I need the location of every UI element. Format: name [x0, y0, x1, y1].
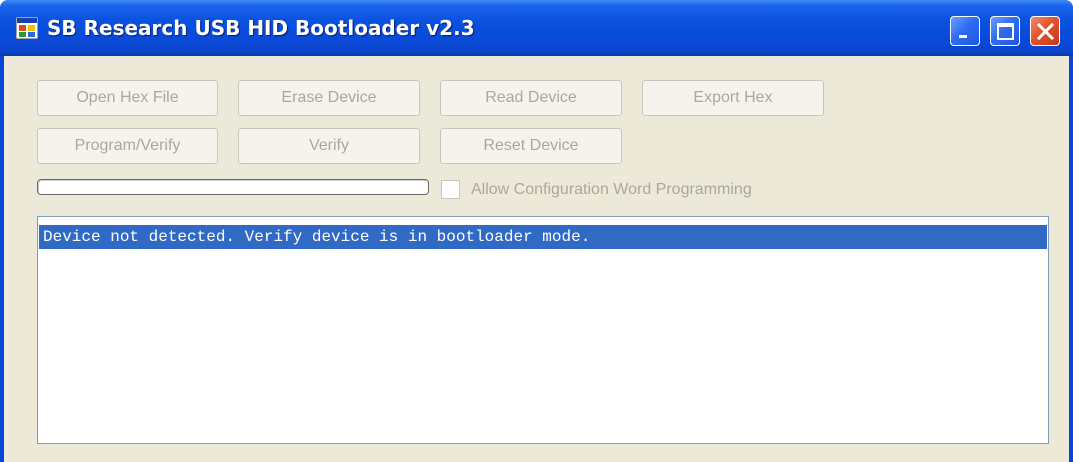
bootloader-window: SB Research USB HID Bootloader v2.3 Open…: [0, 0, 1073, 462]
application-icon[interactable]: [15, 16, 39, 40]
maximize-icon: [997, 23, 1014, 40]
reset-device-button[interactable]: Reset Device: [440, 128, 622, 164]
title-bar[interactable]: SB Research USB HID Bootloader v2.3: [0, 0, 1073, 56]
window-title: SB Research USB HID Bootloader v2.3: [47, 16, 475, 40]
maximize-button[interactable]: [990, 16, 1020, 46]
minimize-button[interactable]: [950, 16, 980, 46]
client-area: Open Hex File Erase Device Read Device E…: [4, 56, 1069, 462]
close-button[interactable]: [1030, 16, 1060, 46]
erase-device-button[interactable]: Erase Device: [238, 80, 420, 116]
program-verify-button[interactable]: Program/Verify: [37, 128, 218, 164]
log-line-selected[interactable]: Device not detected. Verify device is in…: [39, 225, 1047, 249]
read-device-button[interactable]: Read Device: [440, 80, 622, 116]
allow-config-label[interactable]: Allow Configuration Word Programming: [471, 178, 752, 202]
output-log[interactable]: Device not detected. Verify device is in…: [37, 216, 1049, 444]
allow-config-checkbox[interactable]: [441, 180, 460, 199]
export-hex-button[interactable]: Export Hex: [642, 80, 824, 116]
open-hex-file-button[interactable]: Open Hex File: [37, 80, 218, 116]
close-icon: [1036, 22, 1055, 41]
minimize-icon: [959, 35, 967, 38]
progress-bar: [37, 179, 429, 195]
verify-button[interactable]: Verify: [238, 128, 420, 164]
